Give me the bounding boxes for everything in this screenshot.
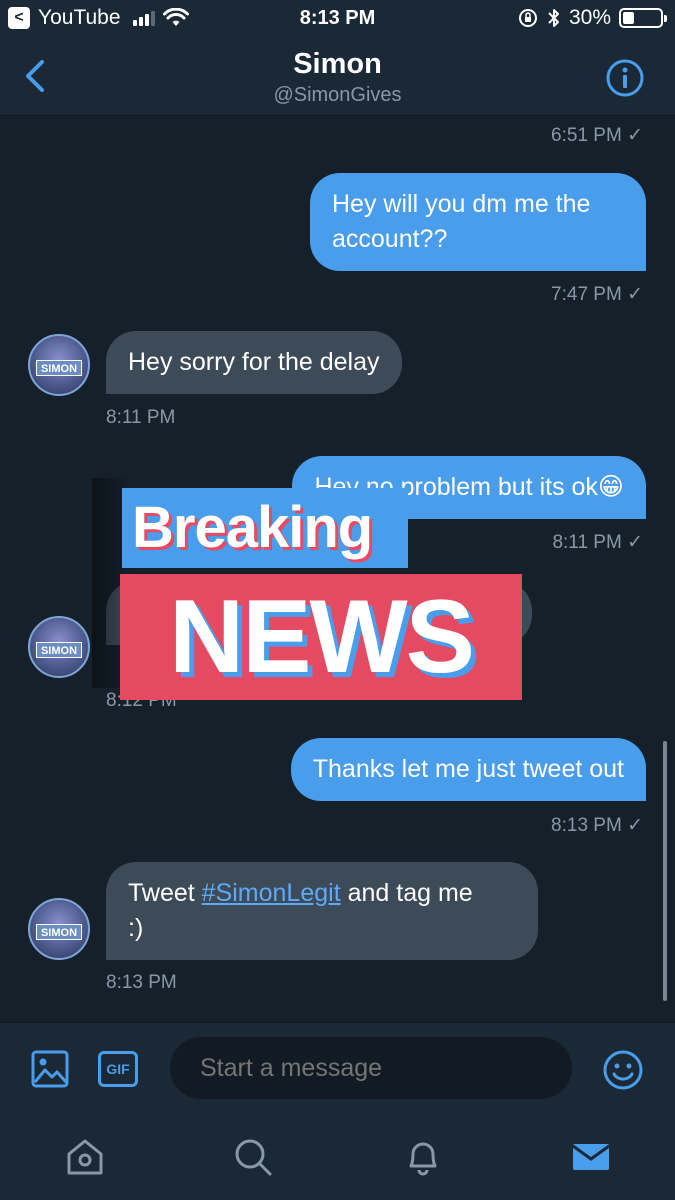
message-timestamp: 8:13 PM ✓ (551, 815, 643, 836)
mail-icon[interactable] (570, 1136, 612, 1178)
message-input[interactable] (170, 1037, 572, 1099)
battery-icon (619, 8, 667, 28)
battery-fill (623, 12, 634, 24)
bottom-tab-bar (0, 1114, 675, 1200)
avatar-text: SIMON (36, 642, 82, 658)
scrollbar[interactable] (663, 741, 667, 1001)
avatar[interactable]: SIMON (28, 898, 90, 960)
message-text: Tweet (128, 879, 202, 907)
hashtag-link[interactable]: #SimonLegit (202, 879, 341, 907)
gif-button[interactable]: GIF (98, 1051, 138, 1087)
conversation-title: Simon (293, 48, 382, 80)
status-right: 30% (517, 6, 667, 30)
message-list[interactable]: 6:51 PM ✓ Hey will you dm me the account… (0, 116, 675, 1022)
avatar-text: SIMON (36, 360, 82, 376)
sent-message[interactable]: Hey will you dm me the account?? (310, 173, 646, 271)
home-icon[interactable] (64, 1136, 106, 1178)
breaking-label: Breaking (122, 488, 408, 568)
search-icon[interactable] (232, 1136, 274, 1178)
message-text: and tag me (340, 879, 473, 907)
status-bar: < YouTube 8:13 PM 30% (0, 0, 675, 40)
avatar[interactable]: SIMON (28, 616, 90, 678)
avatar-text: SIMON (36, 924, 82, 940)
message-text: :) (128, 914, 144, 942)
news-label: NEWS (120, 574, 522, 700)
received-message[interactable]: Hey sorry for the delay (106, 331, 402, 394)
orientation-lock-icon (518, 9, 537, 27)
message-timestamp: 6:51 PM ✓ (551, 125, 643, 146)
battery-percent: 30% (568, 6, 611, 29)
emoji-icon[interactable] (602, 1049, 644, 1091)
image-icon[interactable] (30, 1049, 70, 1089)
bluetooth-icon (548, 9, 559, 27)
conversation-header: Simon @SimonGives (0, 40, 675, 116)
info-icon[interactable] (605, 58, 645, 98)
message-timestamp: 8:13 PM (106, 972, 177, 993)
breaking-news-overlay: Breaking NEWS (92, 478, 532, 808)
received-message[interactable]: Tweet #SimonLegit and tag me :) (106, 862, 538, 960)
message-timestamp: 8:11 PM ✓ (552, 532, 643, 553)
bell-icon[interactable] (402, 1136, 444, 1178)
message-timestamp: 8:11 PM (106, 407, 176, 428)
avatar[interactable]: SIMON (28, 334, 90, 396)
message-timestamp: 7:47 PM ✓ (551, 284, 643, 305)
message-composer: GIF (0, 1022, 675, 1114)
conversation-handle: @SimonGives (273, 84, 402, 106)
